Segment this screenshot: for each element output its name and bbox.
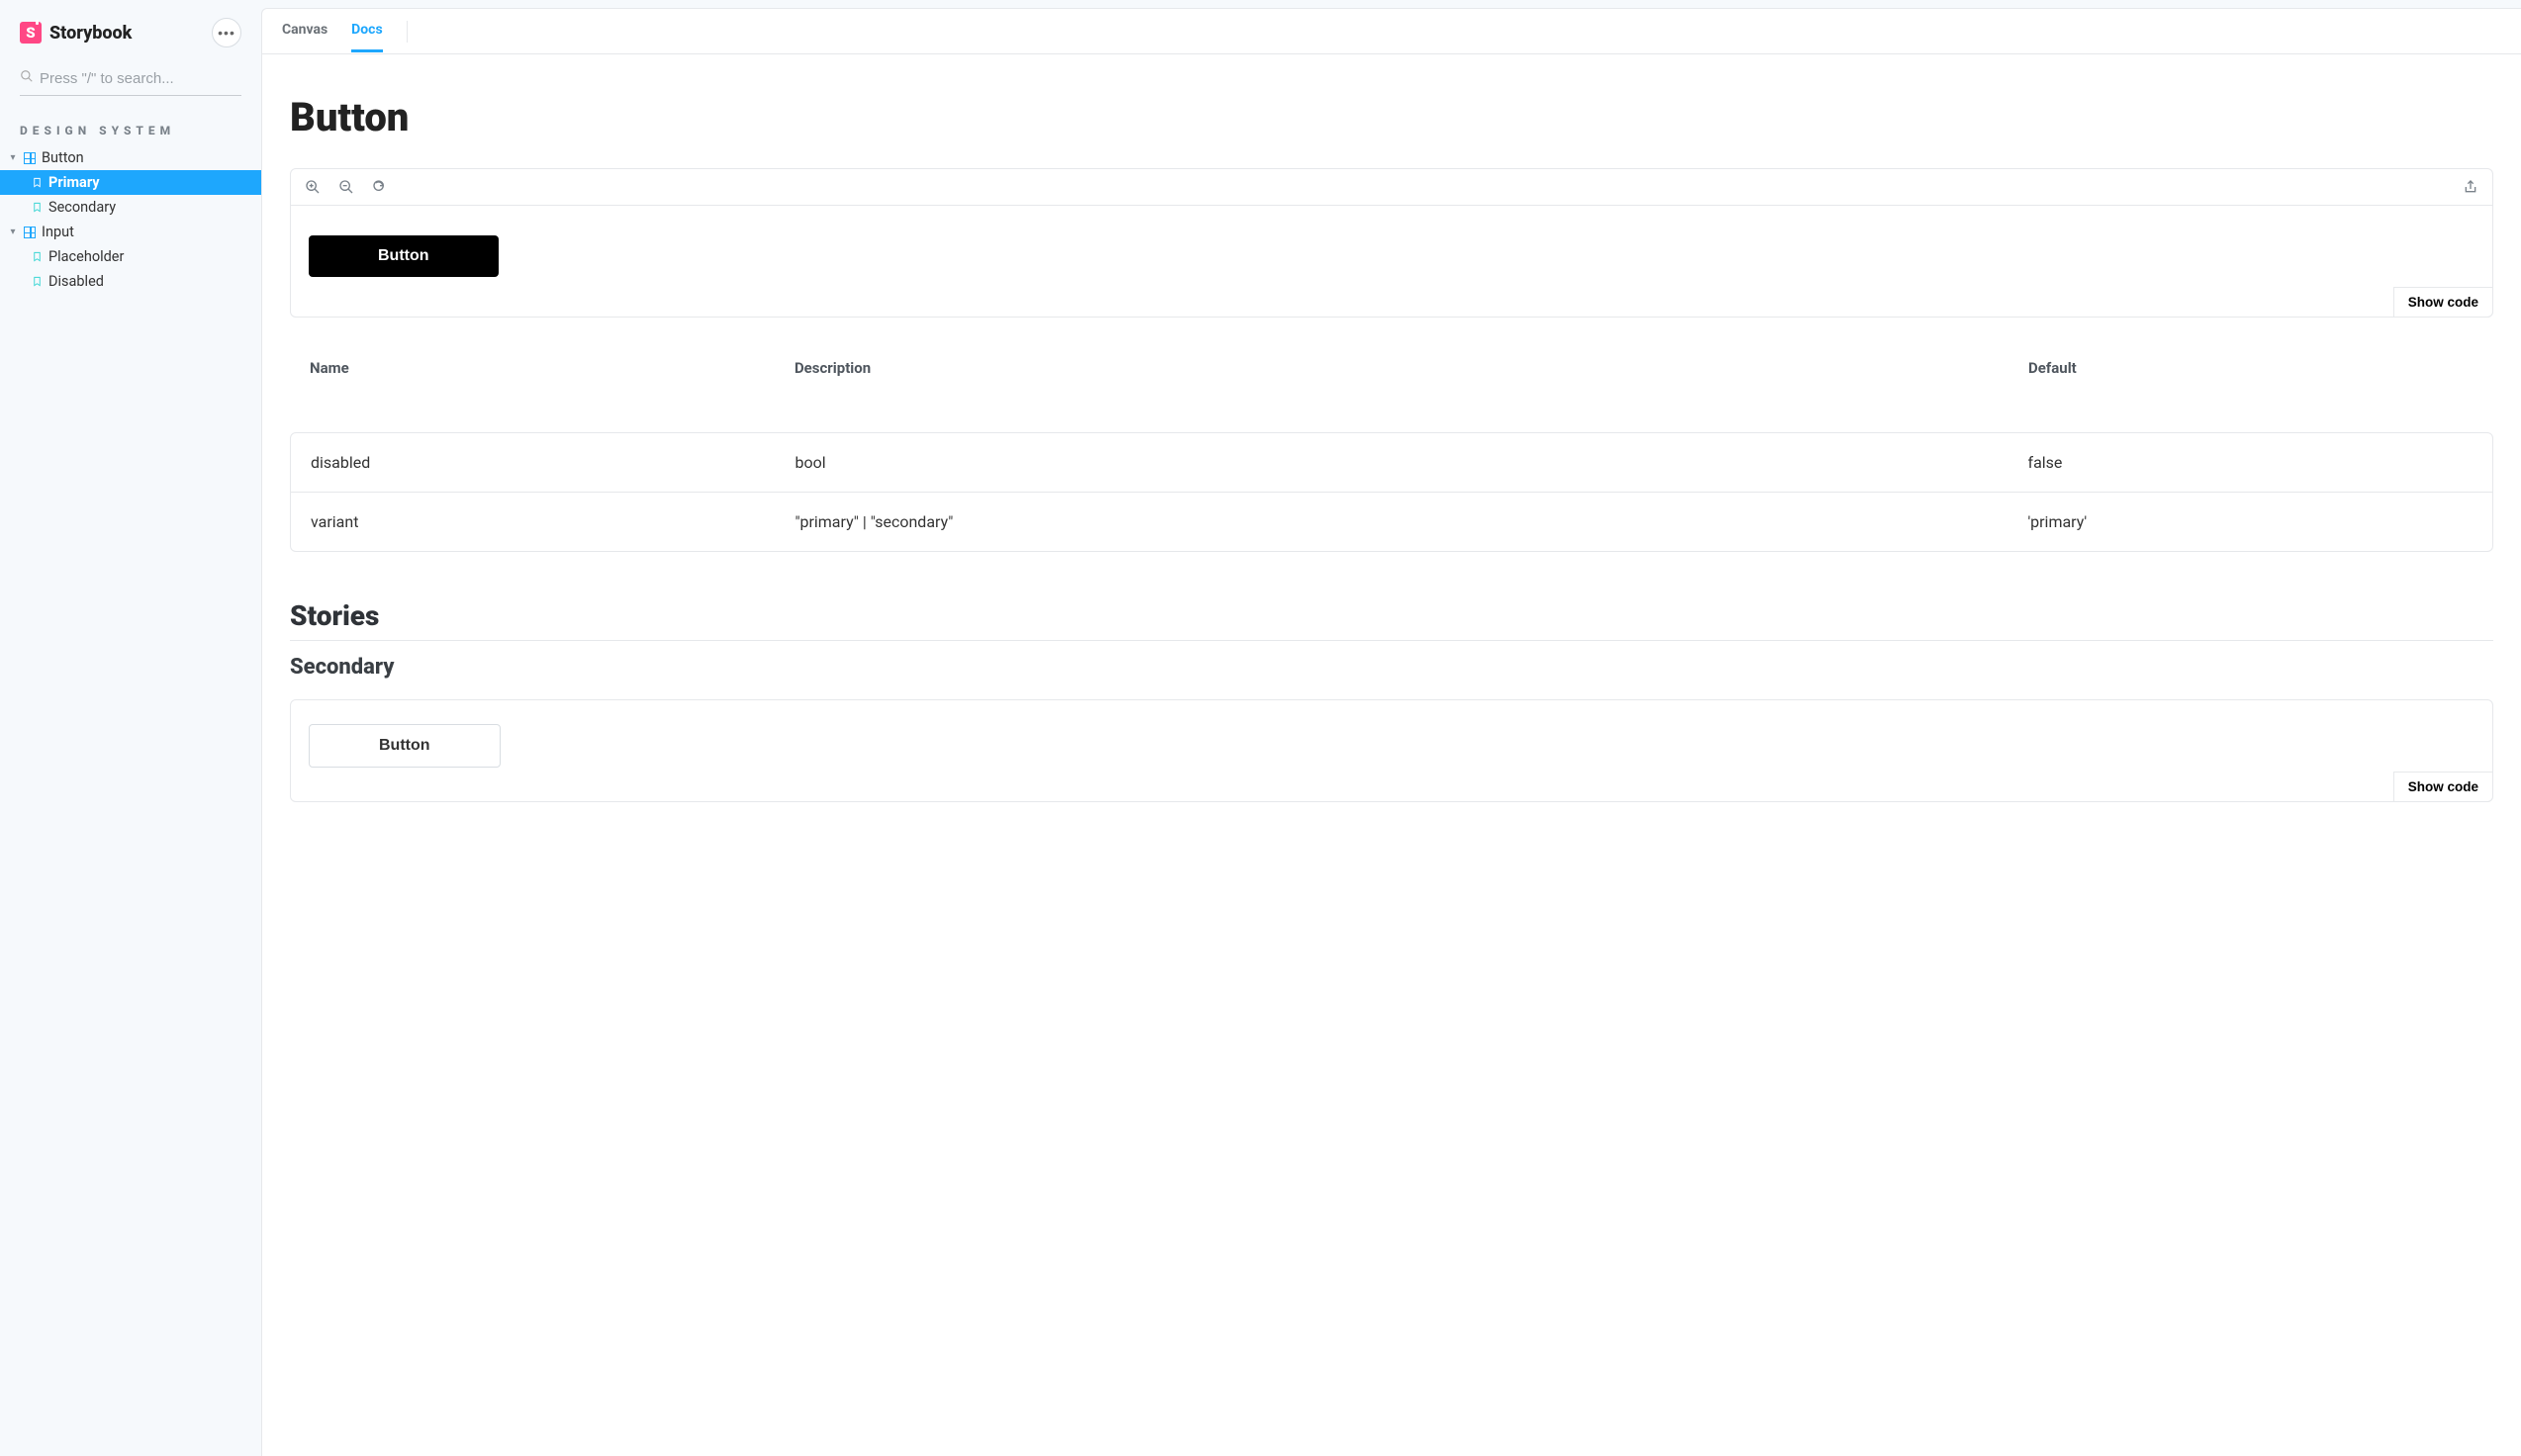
bookmark-icon — [32, 202, 43, 213]
caret-down-icon — [8, 152, 18, 163]
ellipsis-icon: ••• — [218, 25, 235, 41]
stories-heading: Stories — [290, 599, 2493, 641]
sidebar-item-label: Placeholder — [48, 248, 124, 265]
args-table-body: disabled bool false variant "primary" | … — [290, 432, 2493, 552]
search-container — [0, 59, 261, 106]
sidebar-item-disabled[interactable]: Disabled — [0, 269, 261, 294]
example-button-primary[interactable]: Button — [309, 235, 499, 277]
search-input[interactable] — [40, 70, 241, 87]
sidebar-item-button[interactable]: Button — [0, 145, 261, 170]
tab-divider — [407, 21, 408, 43]
args-header-default: Default — [2008, 349, 2493, 393]
sidebar-item-label: Input — [42, 224, 74, 240]
tab-canvas[interactable]: Canvas — [282, 10, 327, 52]
example-button-secondary[interactable]: Button — [309, 724, 501, 768]
preview-panel-primary: Button Show code — [290, 168, 2493, 318]
sidebar-item-primary[interactable]: Primary — [0, 170, 261, 195]
show-code-button[interactable]: Show code — [2393, 772, 2493, 802]
sidebar-item-label: Secondary — [48, 199, 116, 216]
preview-canvas: Button — [291, 700, 2492, 801]
sidebar-item-label: Disabled — [48, 273, 104, 290]
args-table-header: Name Description Default — [290, 349, 2493, 393]
arg-name: variant — [291, 493, 776, 552]
arg-description: bool — [776, 433, 2008, 493]
sidebar-item-label: Primary — [48, 174, 100, 191]
toolbar-right — [2463, 179, 2478, 195]
zoom-in-icon[interactable] — [305, 179, 321, 195]
args-row: variant "primary" | "secondary" 'primary… — [291, 493, 2492, 552]
search-icon — [20, 69, 34, 87]
zoom-out-icon[interactable] — [338, 179, 354, 195]
brand-name: Storybook — [49, 23, 132, 44]
preview-toolbar — [291, 169, 2492, 206]
arg-default: false — [2008, 433, 2493, 493]
sidebar-item-input[interactable]: Input — [0, 220, 261, 244]
args-row: disabled bool false — [291, 433, 2492, 493]
preview-panel-secondary: Button Show code — [290, 699, 2493, 802]
arg-default: 'primary' — [2008, 493, 2493, 552]
caret-down-icon — [8, 227, 18, 237]
args-header-description: Description — [775, 349, 2008, 393]
bookmark-icon — [32, 177, 43, 188]
brand[interactable]: S Storybook — [20, 22, 132, 44]
sidebar-section-label: DESIGN SYSTEM — [0, 106, 261, 145]
toolbar-left — [305, 179, 388, 195]
args-header-name: Name — [290, 349, 775, 393]
sidebar-item-label: Button — [42, 149, 84, 166]
search-field[interactable] — [20, 65, 241, 96]
sidebar-header: S Storybook ••• — [0, 18, 261, 59]
bookmark-icon — [32, 251, 43, 262]
page-title: Button — [290, 94, 2493, 140]
arg-name: disabled — [291, 433, 776, 493]
preview-canvas: Button — [291, 206, 2492, 317]
storybook-logo-icon: S — [20, 22, 42, 44]
sidebar: S Storybook ••• DESIGN SYSTEM Button Pri… — [0, 0, 261, 1456]
sidebar-menu-button[interactable]: ••• — [212, 18, 241, 47]
sidebar-item-secondary[interactable]: Secondary — [0, 195, 261, 220]
zoom-reset-icon[interactable] — [372, 179, 388, 195]
sidebar-item-placeholder[interactable]: Placeholder — [0, 244, 261, 269]
doc-body: Button — [262, 54, 2521, 873]
arg-description: "primary" | "secondary" — [776, 493, 2008, 552]
bookmark-icon — [32, 276, 43, 287]
component-icon — [24, 152, 36, 164]
tab-docs[interactable]: Docs — [351, 10, 383, 52]
main-panel: Canvas Docs Button — [261, 8, 2521, 1456]
show-code-button[interactable]: Show code — [2393, 287, 2493, 318]
story-secondary-heading: Secondary — [290, 655, 2493, 680]
tabs: Canvas Docs — [262, 9, 2521, 54]
component-icon — [24, 227, 36, 238]
open-external-icon[interactable] — [2463, 179, 2478, 195]
